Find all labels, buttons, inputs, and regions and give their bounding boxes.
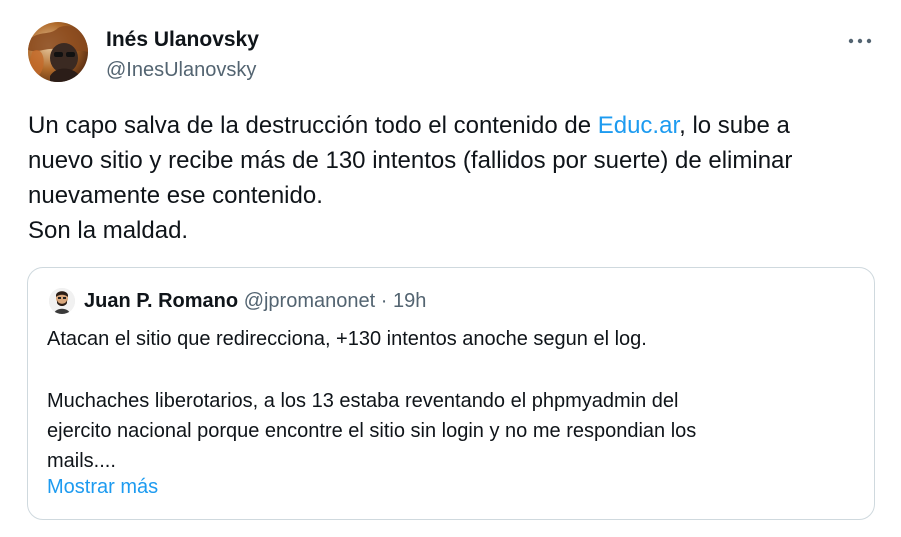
tweet-text-line-1: Un capo salva de la destrucción todo el … bbox=[28, 108, 878, 143]
quote-timestamp[interactable]: 19h bbox=[393, 290, 426, 312]
quoted-tweet[interactable]: Juan P. Romano @jpromanonet · 19h Atacan… bbox=[27, 267, 875, 520]
author-handle[interactable]: @InesUlanovsky bbox=[106, 58, 256, 82]
author-name[interactable]: Inés Ulanovsky bbox=[106, 28, 259, 52]
tweet-text-segment: Un capo salva de la destrucción todo el … bbox=[28, 112, 598, 139]
quote-paragraph-break bbox=[47, 354, 847, 386]
quote-text-line: Muchaches liberotarios, a los 13 estaba … bbox=[47, 390, 679, 412]
tweet-text-line-4: Son la maldad. bbox=[28, 217, 189, 244]
show-more-link[interactable]: Mostrar más bbox=[47, 474, 158, 500]
tweet-text-line-2: nuevo sitio y recibe más de 130 intentos… bbox=[28, 147, 793, 174]
quote-author-name[interactable]: Juan P. Romano bbox=[84, 290, 238, 312]
quote-text-line: Atacan el sitio que redirecciona, +130 i… bbox=[47, 328, 647, 350]
more-options-button[interactable] bbox=[838, 28, 882, 52]
quote-author-avatar[interactable] bbox=[49, 288, 75, 314]
quote-text-line: ejercito nacional porque encontre el sit… bbox=[47, 420, 697, 442]
quote-header: Juan P. Romano @jpromanonet · 19h bbox=[84, 289, 426, 313]
educ-ar-link[interactable]: Educ.ar bbox=[598, 112, 679, 139]
author-avatar[interactable] bbox=[28, 22, 88, 82]
tweet-card: Inés Ulanovsky @InesUlanovsky Un capo sa… bbox=[0, 0, 901, 537]
quote-separator: · bbox=[380, 290, 388, 312]
quote-text: Atacan el sitio que redirecciona, +130 i… bbox=[47, 324, 847, 476]
quote-text-line: mails.... bbox=[47, 450, 116, 472]
tweet-text-segment: , lo sube a bbox=[679, 112, 790, 139]
tweet-text-line-3: nuevamente ese contenido. bbox=[28, 182, 323, 209]
quote-author-handle[interactable]: @jpromanonet bbox=[244, 290, 375, 312]
more-horizontal-icon bbox=[848, 31, 872, 49]
tweet-text: Un capo salva de la destrucción todo el … bbox=[28, 108, 878, 248]
